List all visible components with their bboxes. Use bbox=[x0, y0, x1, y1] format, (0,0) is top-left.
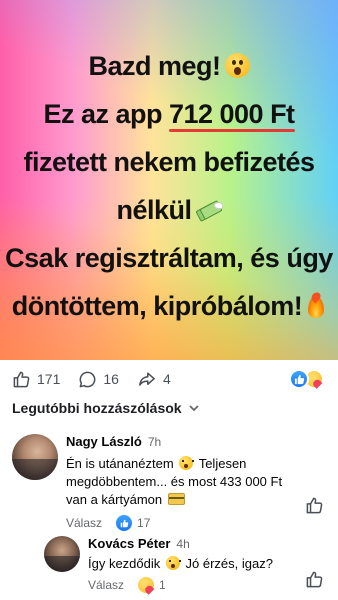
comment-actions: Válasz 1 bbox=[88, 577, 308, 595]
care-reaction-icon bbox=[138, 577, 155, 595]
avatar[interactable] bbox=[12, 434, 58, 480]
comment-timestamp[interactable]: 7h bbox=[148, 435, 161, 449]
post-reaction-bar: 171 16 4 bbox=[0, 366, 338, 392]
comment-timestamp[interactable]: 4h bbox=[176, 537, 189, 551]
shocked-face-icon bbox=[224, 53, 250, 78]
comment-body: Nagy László 7h Én is utánanéztem Teljese… bbox=[66, 434, 306, 531]
share-button[interactable]: 4 bbox=[137, 370, 171, 389]
banner-line-4: nélkül bbox=[116, 195, 192, 225]
comment-like-button[interactable] bbox=[305, 570, 324, 594]
chevron-down-icon bbox=[188, 404, 199, 411]
comment-count: 16 bbox=[103, 371, 119, 387]
comment-text: Én is utánanéztem Teljesen megdöbbentem.… bbox=[66, 456, 283, 507]
avatar[interactable] bbox=[44, 536, 80, 572]
banner-line-1: Bazd meg! bbox=[88, 51, 221, 81]
thumbs-up-icon bbox=[306, 497, 323, 514]
reply-button[interactable]: Válasz bbox=[66, 516, 102, 530]
comment-body: Kovács Péter 4h Így kezdődik Jó érzés, i… bbox=[88, 536, 308, 595]
comment-item: Nagy László 7h Én is utánanéztem Teljese… bbox=[12, 434, 306, 531]
comment-text: Így kezdődik Jó érzés, igaz? bbox=[88, 556, 273, 571]
like-button[interactable]: 171 bbox=[12, 370, 60, 389]
share-arrow-icon bbox=[139, 371, 155, 386]
comment-actions: Válasz 17 bbox=[66, 515, 306, 531]
reactions-summary[interactable] bbox=[289, 369, 324, 389]
comment-like-button[interactable] bbox=[305, 496, 324, 520]
comment-author[interactable]: Nagy László bbox=[66, 434, 142, 449]
money-with-wings-icon bbox=[194, 200, 223, 222]
banner-text: Bazd meg! Ez az app 712 000 Ft fizetett … bbox=[0, 42, 338, 330]
grinning-face-icon bbox=[165, 556, 181, 570]
banner-line-3: fizetett nekem befizetés bbox=[23, 147, 315, 177]
banner-amount: 712 000 Ft bbox=[168, 99, 295, 129]
post-image-banner: Bazd meg! Ez az app 712 000 Ft fizetett … bbox=[0, 0, 338, 360]
comment-button[interactable]: 16 bbox=[78, 370, 119, 389]
banner-line-2-prefix: Ez az app bbox=[43, 99, 169, 129]
banner-line-6: döntöttem, kipróbálom! bbox=[11, 291, 303, 321]
thumbs-up-icon bbox=[13, 371, 30, 387]
shocked-face-icon bbox=[179, 456, 195, 470]
credit-card-icon bbox=[167, 493, 185, 505]
reply-button[interactable]: Válasz bbox=[88, 578, 124, 592]
comments-sort-label: Legutóbbi hozzászólások bbox=[12, 400, 182, 416]
fire-icon bbox=[306, 290, 326, 318]
like-reaction-icon bbox=[116, 515, 133, 531]
comment-bubble-icon bbox=[79, 371, 96, 387]
comment-reaction-count[interactable]: 1 bbox=[138, 577, 166, 595]
share-count: 4 bbox=[162, 371, 171, 387]
comments-sort-dropdown[interactable]: Legutóbbi hozzászólások bbox=[12, 400, 199, 416]
reply-comment-item: Kovács Péter 4h Így kezdődik Jó érzés, i… bbox=[44, 536, 308, 595]
comment-author[interactable]: Kovács Péter bbox=[88, 536, 170, 551]
like-reaction-icon bbox=[289, 369, 309, 389]
like-count: 171 bbox=[37, 371, 61, 387]
comment-reaction-count[interactable]: 17 bbox=[116, 515, 150, 531]
thumbs-up-icon bbox=[306, 571, 323, 588]
banner-line-5: Csak regisztráltam, és úgy bbox=[5, 243, 333, 273]
